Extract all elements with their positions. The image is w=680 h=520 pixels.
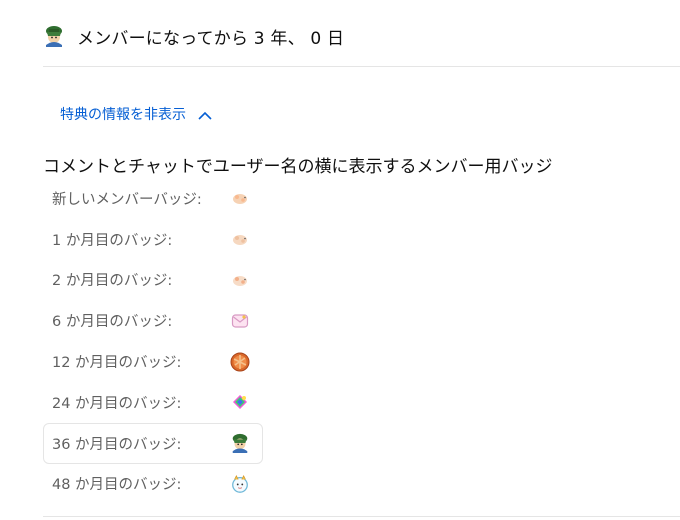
envelope-badge-icon [230,311,250,331]
donut-badge-icon [230,352,250,372]
badge-row-24-month: 24 か月目のバッジ: [43,382,263,423]
badge-list: 新しいメンバーバッジ: 1 か月目のバッジ: 2 か月目のバッジ: 6 か月目の… [43,178,263,504]
badge-label: 24 か月目のバッジ: [52,395,182,412]
badges-section-title: コメントとチャットでユーザー名の横に表示するメンバー用バッジ [43,157,553,177]
badge-label: 新しいメンバーバッジ: [52,191,202,208]
membership-duration-title: メンバーになってから 3 年、 0 日 [77,28,345,49]
hamster-badge-icon [230,270,250,290]
badge-label: 2 か月目のバッジ: [52,273,173,290]
hide-perks-toggle[interactable]: 特典の情報を非表示 [60,102,212,126]
badge-row-12-month: 12 か月目のバッジ: [43,341,263,382]
header-divider [43,66,680,67]
badge-row-48-month: 48 か月目のバッジ: [43,464,263,505]
membership-header: メンバーになってから 3 年、 0 日 [43,22,344,50]
hide-perks-label: 特典の情報を非表示 [60,107,186,123]
badge-row-36-month: 36 か月目のバッジ: [43,422,263,464]
badge-row-6-month: 6 か月目のバッジ: [43,300,263,341]
white-creature-badge-icon [230,474,250,494]
rainbow-badge-icon [230,392,250,412]
membership-page: メンバーになってから 3 年、 0 日 特典の情報を非表示 コメントとチャットで… [0,0,680,520]
badge-label: 6 か月目のバッジ: [52,314,173,331]
member-avatar-badge-icon [230,433,250,454]
badge-label: 48 か月目のバッジ: [52,477,182,494]
badge-label: 1 か月目のバッジ: [52,232,173,249]
member-avatar-icon [43,25,65,47]
badge-row-2-month: 2 か月目のバッジ: [43,260,263,301]
badge-label: 36 か月目のバッジ: [52,436,182,453]
badge-label: 12 か月目のバッジ: [52,355,182,372]
bottom-divider [43,516,680,517]
badge-row-1-month: 1 か月目のバッジ: [43,219,263,260]
hamster-badge-icon [230,229,250,249]
chevron-up-icon [198,109,212,120]
hamster-badge-icon [230,188,250,208]
badge-row-new: 新しいメンバーバッジ: [43,178,263,219]
